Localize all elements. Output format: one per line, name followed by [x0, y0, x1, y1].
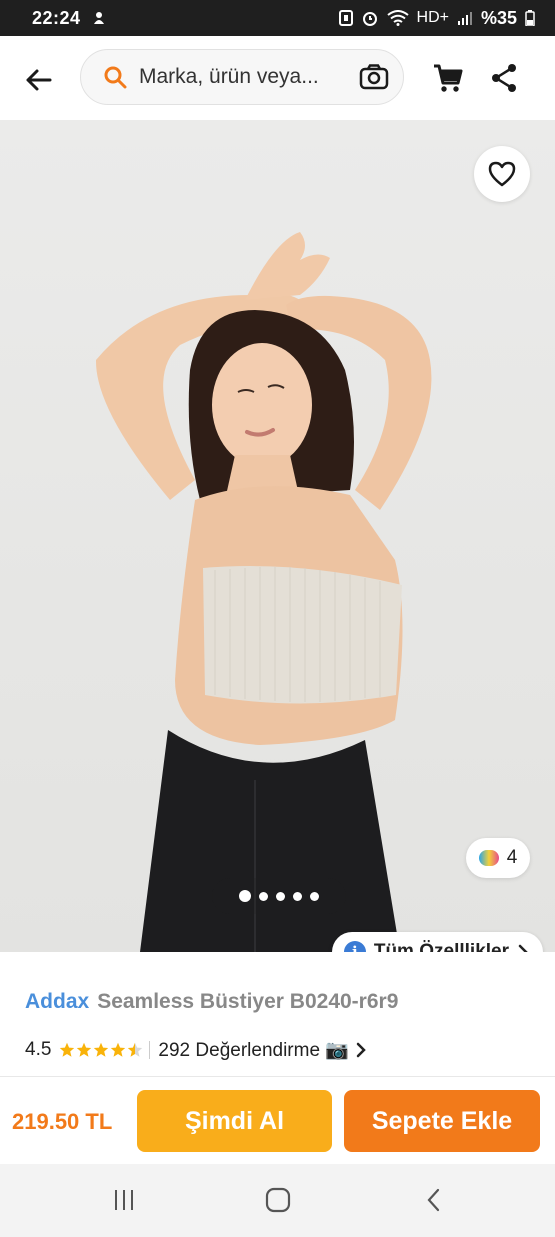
home-icon [265, 1187, 291, 1213]
system-back-button[interactable] [414, 1182, 454, 1218]
top-app-bar: Marka, ürün veya... [0, 36, 555, 120]
rating-value: 4.5 [25, 1039, 52, 1060]
back-arrow-icon [26, 69, 52, 91]
rating-row[interactable]: 4.5 292 Değerlendirme 📷 [25, 1038, 367, 1062]
product-title: Addax Seamless Büstiyer B0240-r6r9 [25, 990, 398, 1014]
network-label: HD+ [416, 9, 449, 26]
product-image[interactable]: 4 i Tüm Özelllikler [0, 120, 555, 952]
search-icon [104, 66, 127, 89]
half-star-icon [128, 1042, 143, 1057]
star-rating [59, 1042, 143, 1058]
color-palette-icon [478, 850, 499, 866]
product-name: Seamless Büstiyer B0240-r6r9 [97, 990, 399, 1013]
alarm-icon [361, 9, 379, 27]
cart-button[interactable] [430, 58, 466, 98]
recent-apps-icon [115, 1190, 133, 1210]
product-info: Addax Seamless Büstiyer B0240-r6r9 4.5 29… [0, 952, 555, 1076]
carousel-dot[interactable] [310, 891, 319, 901]
add-to-cart-button[interactable]: Sepete Ekle [344, 1090, 540, 1152]
star-icon [94, 1042, 109, 1057]
all-specs-button[interactable]: i Tüm Özelllikler [331, 932, 543, 952]
purchase-bar: 219.50 TL Şimdi Al Sepete Ekle [0, 1076, 555, 1164]
battery-percent: %35 [480, 7, 517, 28]
share-icon [492, 64, 516, 92]
star-icon [77, 1042, 92, 1057]
image-carousel-indicator [212, 878, 346, 914]
nfc-icon [338, 10, 353, 26]
divider [149, 1041, 151, 1059]
brand-link[interactable]: Addax [25, 990, 89, 1013]
carousel-dot[interactable] [239, 890, 251, 902]
signal-icon [457, 10, 473, 26]
cart-icon [434, 64, 463, 92]
status-time: 22:24 [32, 7, 81, 28]
favorite-button[interactable] [474, 146, 530, 202]
wifi-icon [386, 10, 409, 26]
status-bar: 22:24 HD+ %35 [0, 0, 555, 36]
carousel-dot[interactable] [259, 891, 268, 901]
star-icon [111, 1042, 126, 1057]
color-variants-badge[interactable]: 4 [466, 838, 530, 878]
battery-icon [525, 10, 535, 26]
system-back-icon [427, 1188, 440, 1212]
buy-now-button[interactable]: Şimdi Al [137, 1090, 332, 1152]
carousel-dot[interactable] [293, 891, 302, 901]
search-placeholder: Marka, ürün veya... [139, 65, 319, 88]
system-nav-bar [0, 1164, 555, 1237]
camera-search-icon[interactable] [359, 64, 389, 90]
recent-apps-button[interactable] [104, 1182, 144, 1218]
all-specs-label: Tüm Özelllikler [373, 941, 509, 952]
search-input[interactable]: Marka, ürün veya... [80, 49, 404, 105]
chevron-right-icon [356, 1042, 366, 1058]
reviews-link[interactable]: 292 Değerlendirme 📷 [158, 1038, 349, 1062]
carousel-dot[interactable] [276, 891, 285, 901]
color-count: 4 [506, 847, 518, 868]
price: 219.50 TL [12, 1109, 113, 1134]
home-button[interactable] [258, 1182, 298, 1218]
share-button[interactable] [486, 58, 522, 98]
notification-icon [91, 10, 107, 26]
product-photo [95, 232, 432, 952]
info-icon: i [343, 941, 366, 952]
star-icon [60, 1042, 75, 1057]
chevron-right-icon [518, 944, 528, 952]
heart-icon [488, 161, 516, 187]
back-button[interactable] [18, 60, 58, 100]
